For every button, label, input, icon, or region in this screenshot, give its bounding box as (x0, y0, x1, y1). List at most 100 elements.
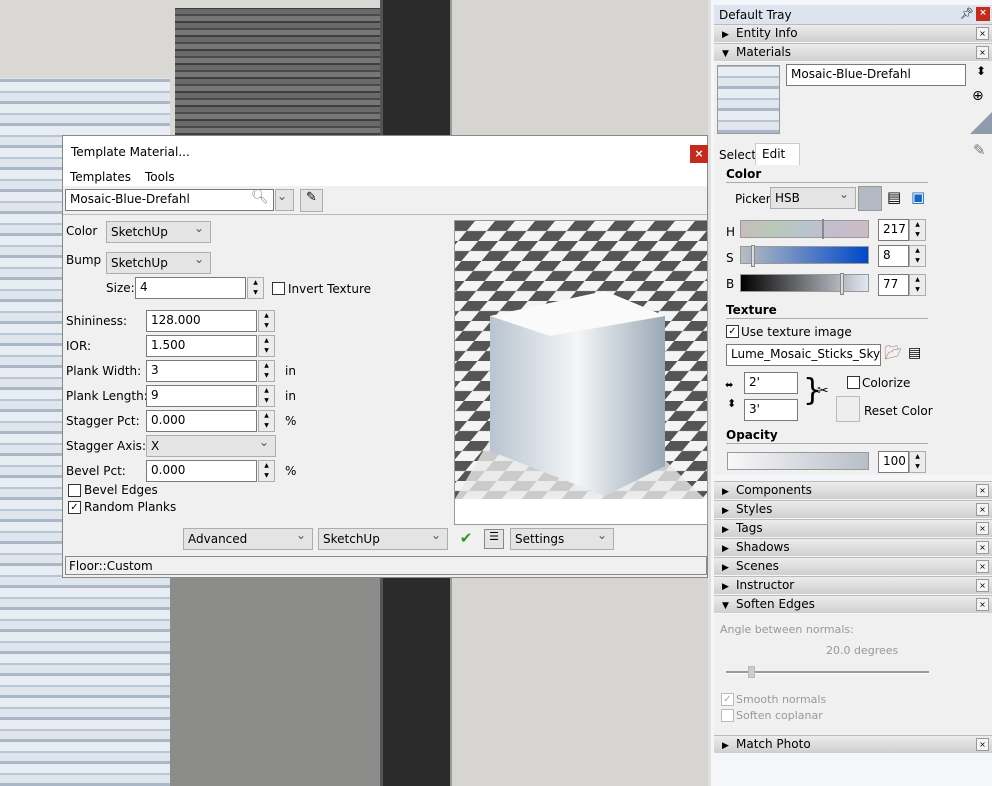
panel-scenes[interactable]: ▶ Scenes × (714, 557, 992, 575)
panel-close-icon[interactable]: × (976, 541, 989, 554)
texture-height-input[interactable]: 3' (744, 399, 798, 421)
brightness-slider[interactable] (740, 273, 869, 295)
bevel-pct-input[interactable]: 0.000 (146, 460, 257, 482)
material-name-input[interactable]: Mosaic-Blue-Drefahl (65, 189, 274, 211)
texture-width-input[interactable]: 2' (744, 372, 798, 394)
random-planks-checkbox[interactable]: ✓ (68, 501, 81, 514)
spinner[interactable]: ▲ ▼ (909, 274, 926, 296)
plank-length-input[interactable]: 9 (146, 385, 257, 407)
use-texture-checkbox[interactable]: ✓ (726, 325, 739, 338)
spinner[interactable]: ▲ ▼ (258, 460, 275, 482)
preview-render (455, 221, 707, 499)
panel-styles[interactable]: ▶ Styles × (714, 500, 992, 518)
texture-file-input[interactable]: Lume_Mosaic_Sticks_Sky Blue- (726, 344, 881, 366)
dialog-title: Template Material... (71, 145, 190, 159)
h-input[interactable]: 217 (878, 219, 909, 241)
opacity-slider[interactable] (727, 452, 869, 470)
opacity-input[interactable]: 100 (878, 451, 909, 473)
reset-color-swatch[interactable] (836, 396, 860, 422)
angle-slider[interactable] (726, 666, 929, 678)
panel-close-icon[interactable]: × (976, 484, 989, 497)
bevel-edges-checkbox[interactable] (68, 484, 81, 497)
panel-components[interactable]: ▶ Components × (714, 481, 992, 499)
picker-select[interactable]: HSB (770, 187, 856, 209)
saturation-slider[interactable] (740, 245, 869, 267)
list-icon[interactable]: ☰ (484, 529, 504, 549)
browse-folder-icon[interactable]: 📂︎ (884, 345, 902, 361)
sample-paint-icon[interactable]: ✎ (973, 141, 986, 159)
stagger-pct-input[interactable]: 0.000 (146, 410, 257, 432)
eyedropper-icon[interactable]: ✎ (300, 189, 323, 212)
spinner[interactable]: ▲ ▼ (909, 219, 926, 241)
apply-check-icon[interactable]: ✔ (456, 529, 476, 549)
panel-close-icon[interactable]: × (976, 503, 989, 516)
match-screen-color-icon[interactable]: ▣ (911, 188, 925, 206)
spinner[interactable]: ▲ ▼ (258, 385, 275, 407)
invert-texture-checkbox[interactable] (272, 282, 285, 295)
shininess-input[interactable]: 128.000 (146, 310, 257, 332)
renderer-select[interactable]: SketchUp (318, 528, 448, 550)
slider-thumb[interactable] (840, 273, 844, 295)
spinner[interactable]: ▲ ▼ (258, 310, 275, 332)
edit-texture-icon[interactable]: ▤ (908, 345, 921, 361)
material-corner-icon[interactable] (970, 112, 992, 134)
hue-slider[interactable] (740, 219, 869, 239)
panel-close-icon[interactable]: × (976, 598, 989, 611)
spinner[interactable]: ▲ ▼ (258, 335, 275, 357)
panel-materials[interactable]: ▼ Materials × (714, 43, 992, 61)
color-label: Color (66, 224, 98, 238)
plank-width-input[interactable]: 3 (146, 360, 257, 382)
panel-close-icon[interactable]: × (976, 738, 989, 751)
slider-thumb[interactable] (822, 219, 824, 239)
settings-select[interactable]: Settings (510, 528, 614, 550)
panel-instructor[interactable]: ▶ Instructor × (714, 576, 992, 594)
panel-tags[interactable]: ▶ Tags × (714, 519, 992, 537)
field-label: Stagger Pct: (66, 414, 140, 428)
stagger-axis-select[interactable]: X (146, 435, 276, 457)
default-tray: Default Tray 📌︎ × ▶ Entity Info × ▼ Materia… (708, 0, 992, 786)
color-swatch[interactable] (858, 186, 882, 211)
reset-color-label[interactable]: Reset Color (864, 404, 933, 418)
panel-shadows[interactable]: ▶ Shadows × (714, 538, 992, 556)
field-label: Stagger Axis: (66, 439, 146, 453)
panel-close-icon[interactable]: × (976, 27, 989, 40)
spinner[interactable]: ▲ ▼ (909, 245, 926, 267)
mode-select[interactable]: Advanced (183, 528, 313, 550)
spinner[interactable]: ▲ ▼ (258, 410, 275, 432)
material-dropdown-button[interactable] (275, 189, 294, 211)
panel-close-icon[interactable]: × (976, 46, 989, 59)
ior-input[interactable]: 1.500 (146, 335, 257, 357)
slider-thumb[interactable] (747, 666, 755, 678)
colorize-checkbox[interactable] (847, 376, 860, 389)
menu-tools[interactable]: Tools (145, 170, 175, 184)
match-model-color-icon[interactable]: ▤ (887, 188, 901, 206)
pin-icon[interactable]: 📌︎ (960, 7, 974, 20)
slider-thumb[interactable] (751, 245, 755, 267)
create-material-icon[interactable]: ⊕ (972, 88, 984, 104)
b-input[interactable]: 77 (878, 274, 909, 296)
material-name-field[interactable]: Mosaic-Blue-Drefahl (786, 64, 966, 86)
unlink-chain-icon[interactable]: ✂︎ (817, 383, 829, 399)
panel-close-icon[interactable]: × (976, 560, 989, 573)
color-select[interactable]: SketchUp (106, 221, 211, 243)
search-icon[interactable]: 🔍︎ (251, 189, 269, 205)
panel-entity-info[interactable]: ▶ Entity Info × (714, 24, 992, 42)
soften-coplanar-checkbox[interactable] (721, 709, 734, 722)
panel-close-icon[interactable]: × (976, 579, 989, 592)
display-secondary-icon[interactable]: ⬍ (976, 64, 986, 78)
tab-select[interactable]: Select (716, 145, 756, 165)
tab-edit[interactable]: Edit (755, 143, 800, 165)
size-spinner[interactable]: ▲ ▼ (247, 277, 264, 299)
bump-select[interactable]: SketchUp (106, 252, 211, 274)
size-input[interactable]: 4 (135, 277, 246, 299)
panel-close-icon[interactable]: × (976, 522, 989, 535)
panel-match-photo[interactable]: ▶ Match Photo × (714, 735, 992, 753)
menu-templates[interactable]: Templates (70, 170, 131, 184)
spinner[interactable]: ▲ ▼ (909, 451, 926, 473)
s-input[interactable]: 8 (878, 245, 909, 267)
smooth-normals-checkbox[interactable]: ✓ (721, 693, 734, 706)
spinner[interactable]: ▲ ▼ (258, 360, 275, 382)
panel-soften-edges[interactable]: ▼ Soften Edges × (714, 595, 992, 613)
close-button[interactable]: × (690, 145, 708, 163)
tray-close-button[interactable]: × (976, 7, 990, 21)
